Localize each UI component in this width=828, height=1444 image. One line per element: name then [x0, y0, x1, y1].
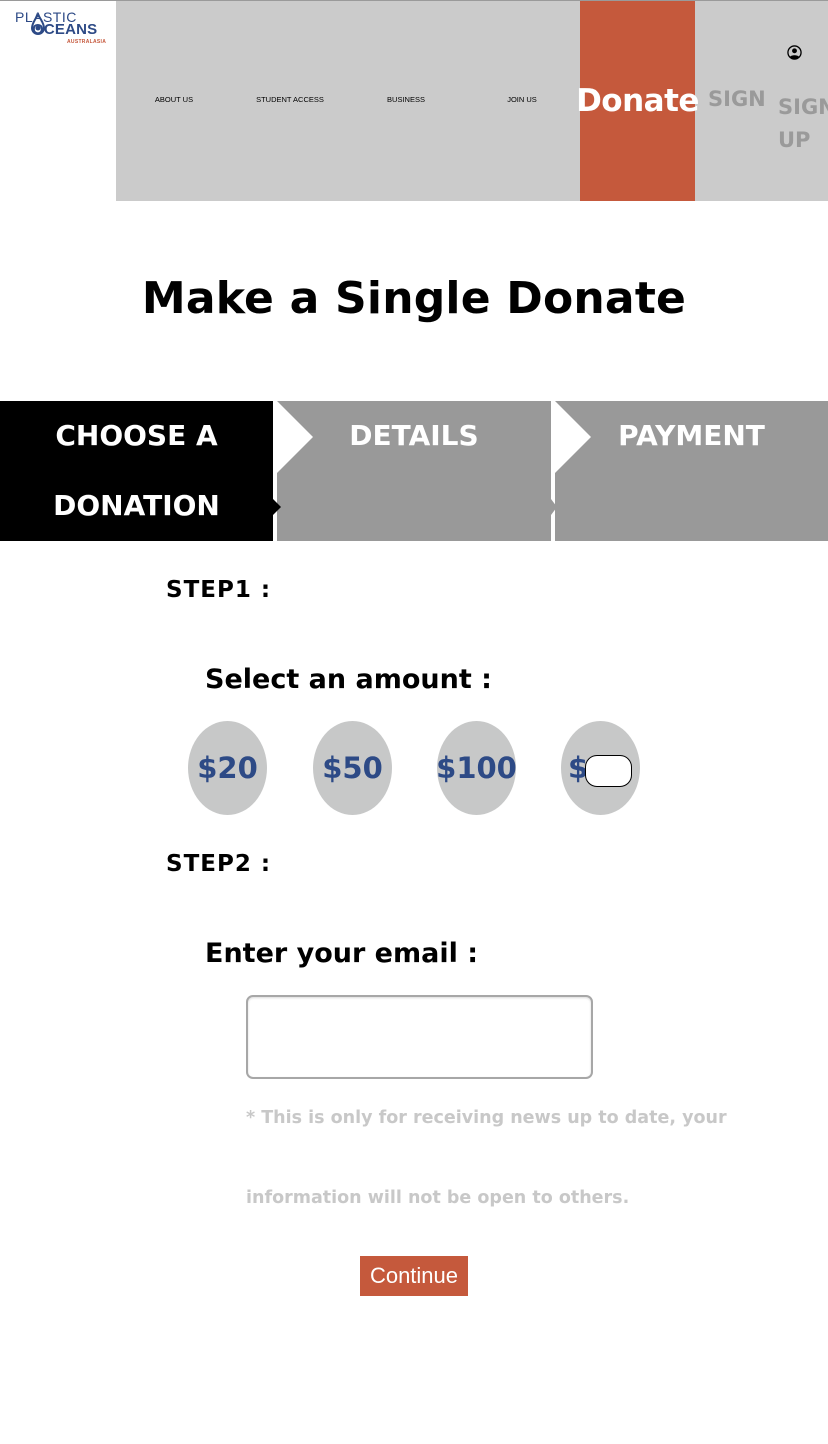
sign-in-link[interactable]: SIGN	[708, 87, 766, 111]
donate-button-label: Donate	[576, 83, 699, 119]
privacy-note-line2: information will not be open to others.	[246, 1188, 630, 1208]
step1-heading: STEP1 :	[166, 577, 272, 603]
step-choose-donation: CHOOSE A DONATION	[0, 401, 273, 541]
privacy-note-line1: * This is only for receiving news up to …	[246, 1108, 727, 1128]
enter-email-label: Enter your email :	[205, 938, 479, 969]
amount-option-50[interactable]: $50	[313, 721, 392, 815]
page-title: Make a Single Donate	[141, 273, 687, 324]
step-arrow-1	[277, 401, 313, 473]
main-nav: ABOUT US STUDENT ACCESS BUSINESS JOIN US…	[116, 1, 828, 201]
step-pointer-1	[273, 499, 281, 515]
step-details: DETAILS	[277, 401, 551, 541]
step-choose-donation-label: CHOOSE A DONATION	[53, 419, 220, 522]
nav-item-join-us[interactable]: JOIN US	[464, 95, 580, 104]
step-arrow-2	[555, 401, 591, 473]
amount-option-100[interactable]: $100	[436, 721, 517, 815]
select-amount-label: Select an amount :	[205, 664, 492, 695]
amount-option-20[interactable]: $20	[188, 721, 267, 815]
nav-item-about-us[interactable]: ABOUT US	[116, 95, 232, 104]
step-details-label: DETAILS	[349, 419, 479, 452]
step-payment-label: PAYMENT	[618, 419, 765, 452]
site-logo[interactable]: PLASTIC OCEANS AUSTRALASIA	[0, 1, 116, 201]
sign-up-link[interactable]: SIGN UP	[778, 91, 828, 157]
donate-button[interactable]: Donate	[576, 1, 699, 201]
logo-line2: OCEANS	[32, 21, 98, 38]
step-pointer-2	[551, 499, 557, 515]
custom-amount-input[interactable]	[585, 755, 632, 787]
email-field[interactable]	[246, 995, 593, 1079]
site-header: PLASTIC OCEANS AUSTRALASIA ABOUT US STUD…	[0, 0, 828, 201]
user-account-icon[interactable]	[787, 45, 802, 60]
step2-heading: STEP2 :	[166, 851, 272, 877]
logo-line3: AUSTRALASIA	[67, 39, 107, 45]
nav-item-student-access[interactable]: STUDENT ACCESS	[232, 95, 348, 104]
continue-button[interactable]: Continue	[360, 1256, 468, 1296]
nav-item-business[interactable]: BUSINESS	[348, 95, 464, 104]
step-payment: PAYMENT	[555, 401, 828, 541]
